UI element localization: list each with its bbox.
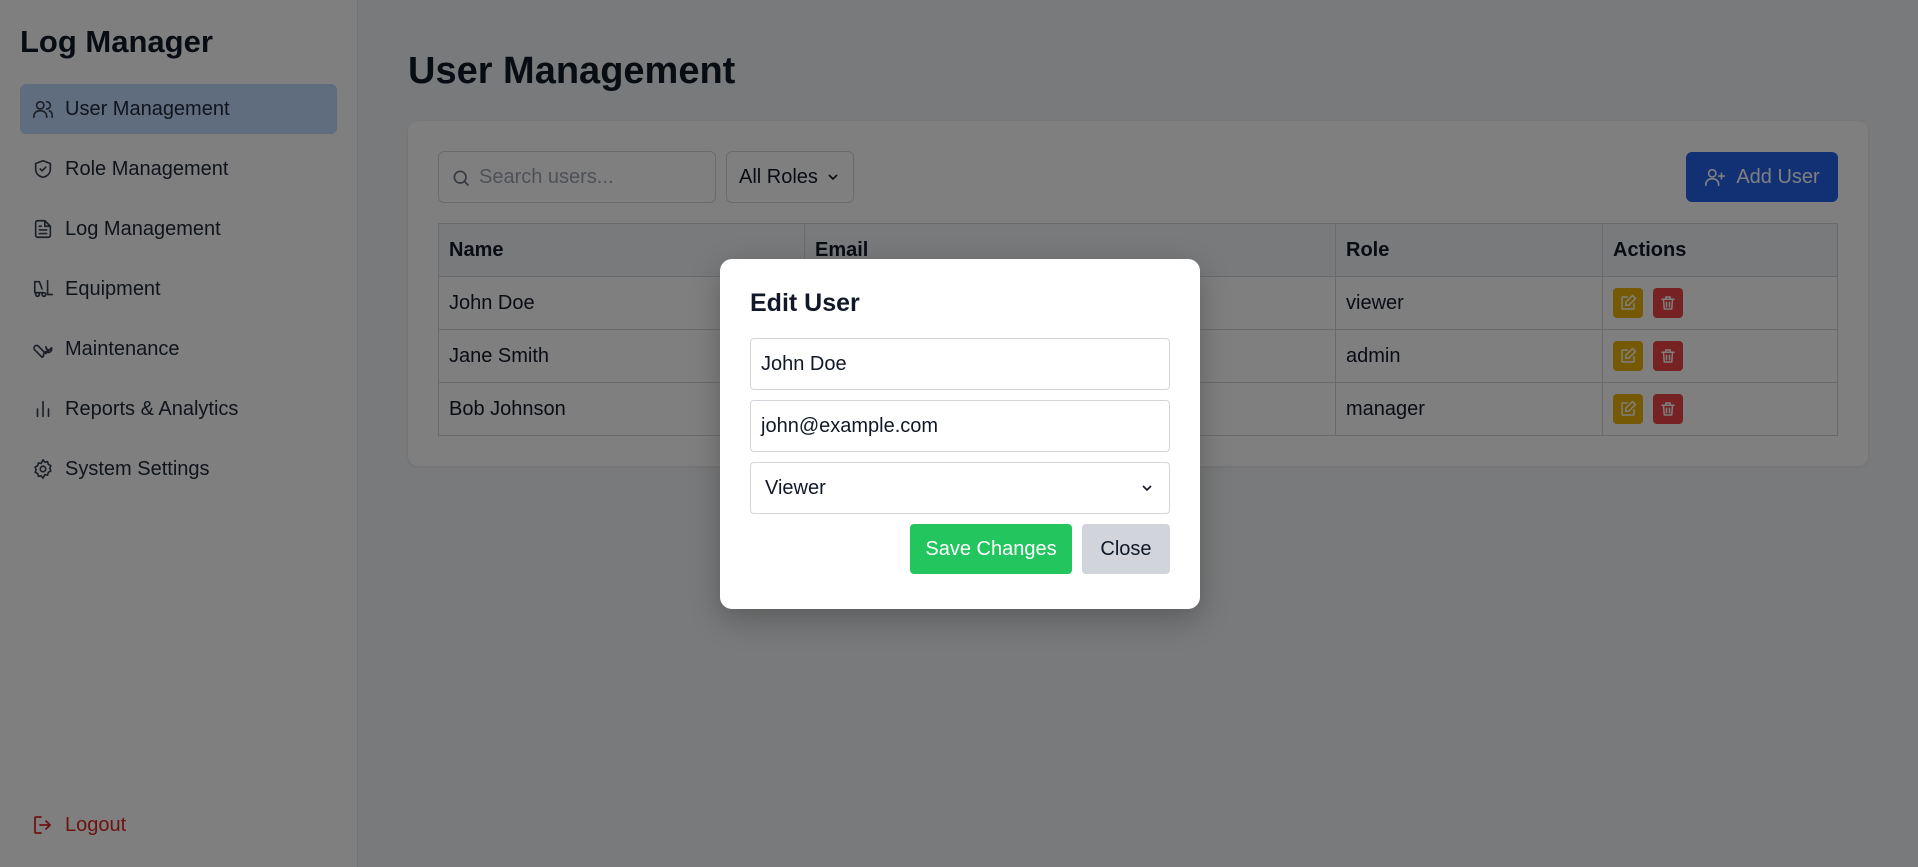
edit-user-modal: Edit User John Doe john@example.com View… <box>720 259 1200 609</box>
name-field[interactable]: John Doe <box>750 338 1170 390</box>
role-select-value: Viewer <box>765 476 826 499</box>
email-field[interactable]: john@example.com <box>750 400 1170 452</box>
name-field-value: John Doe <box>761 352 847 375</box>
email-field-value: john@example.com <box>761 414 939 437</box>
save-changes-button[interactable]: Save Changes <box>910 524 1072 574</box>
modal-title: Edit User <box>750 289 860 317</box>
role-select[interactable]: Viewer <box>750 462 1170 514</box>
modal-actions: Save Changes Close <box>750 524 1170 574</box>
close-button[interactable]: Close <box>1082 524 1170 574</box>
chevron-down-icon <box>1142 485 1152 492</box>
